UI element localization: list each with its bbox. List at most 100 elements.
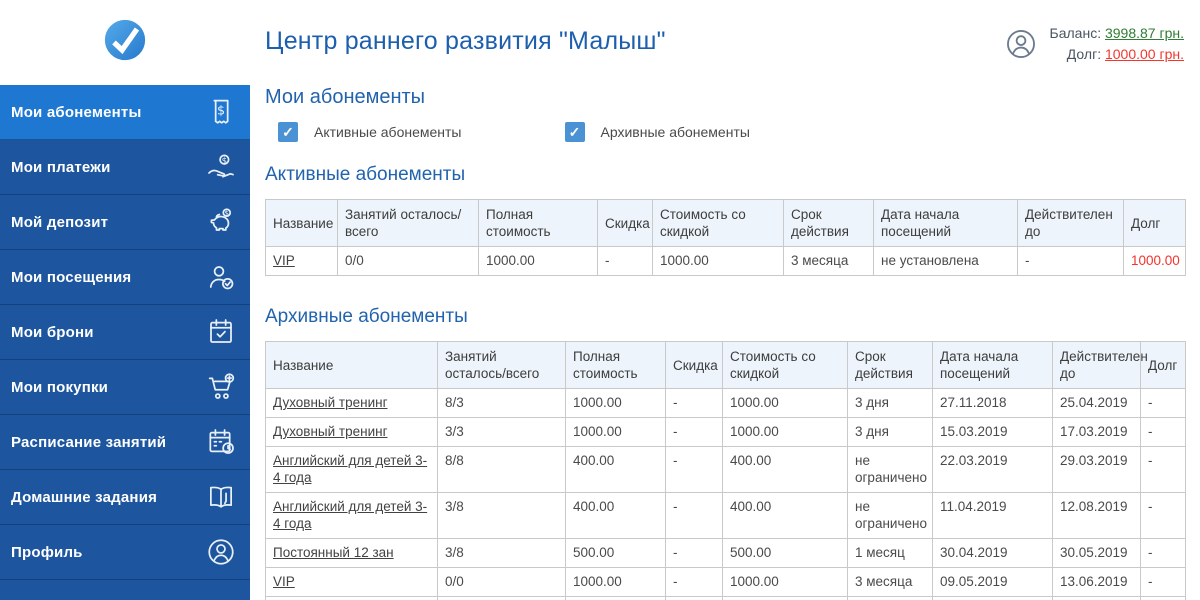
section-heading-my-subscriptions: Мои абонементы bbox=[265, 86, 426, 108]
cell-discount: - bbox=[665, 492, 723, 539]
column-header-duration: Срок действия bbox=[847, 341, 933, 389]
cell-full-price: 500.00 bbox=[565, 596, 666, 600]
checkbox-label: Активные абонементы bbox=[314, 124, 462, 140]
account-info: Баланс: 3998.87 грн. Долг: 1000.00 грн. bbox=[1004, 23, 1184, 65]
sidebar-item-deposit[interactable]: Мой депозит $ bbox=[0, 195, 250, 250]
active-subscriptions-table: Название Занятий осталось/всего Полная сто… bbox=[265, 199, 1186, 276]
cell-valid-until: 13.06.2019 bbox=[1052, 567, 1141, 597]
cell-visits-start-date: 09.05.2019 bbox=[932, 567, 1053, 597]
sidebar-item-label: Домашние задания bbox=[11, 488, 158, 506]
subscription-name-link[interactable]: Духовный тренинг bbox=[273, 395, 388, 410]
cell-debt: - bbox=[1140, 417, 1186, 447]
column-header-lessons-left-total: Занятий осталось/всего bbox=[437, 341, 566, 389]
subscription-name-link[interactable]: VIP bbox=[273, 253, 295, 268]
cell-full-price: 1000.00 bbox=[565, 417, 666, 447]
cell-valid-until: 17.03.2019 bbox=[1052, 417, 1141, 447]
cell-visits-start-date: 22.03.2019 bbox=[932, 446, 1053, 493]
cell-debt: 1000.00 bbox=[1123, 246, 1186, 276]
column-header-visits-start-date: Дата начала посещений bbox=[932, 341, 1053, 389]
subscription-name-link[interactable]: Духовный тренинг bbox=[273, 424, 388, 439]
cell-discounted-price: 500.00 bbox=[722, 596, 848, 600]
column-header-discount: Скидка bbox=[665, 341, 723, 389]
active-subscriptions-heading: Активные абонементы bbox=[265, 164, 466, 185]
cell-visits-start-date: 30.04.2019 bbox=[932, 538, 1053, 568]
cell-valid-until: 12.08.2019 bbox=[1052, 492, 1141, 539]
sidebar-item-profile[interactable]: Профиль bbox=[0, 525, 250, 580]
checkbox-label: Архивные абонементы bbox=[600, 124, 750, 140]
sidebar-item-visits[interactable]: Мои посещения bbox=[0, 250, 250, 305]
receipt-dollar-icon: $ bbox=[204, 95, 238, 129]
subscription-name-link[interactable]: VIP bbox=[273, 574, 295, 589]
table-row: VIP 0/0 1000.00-1000.00 3 месяца не установл… bbox=[265, 246, 1186, 276]
column-header-debt: Долг bbox=[1123, 199, 1186, 247]
cell-name: VIP bbox=[265, 246, 338, 276]
column-header-duration: Срок действия bbox=[783, 199, 874, 247]
column-header-valid-until: Действителен до bbox=[1017, 199, 1124, 247]
cell-name: Духовный тренинг bbox=[265, 388, 438, 418]
cell-discount: - bbox=[665, 538, 723, 568]
cell-full-price: 400.00 bbox=[565, 446, 666, 493]
cell-duration: не ограничено bbox=[847, 492, 933, 539]
debt-value-link[interactable]: 1000.00 грн. bbox=[1105, 46, 1184, 62]
sidebar-item-subscriptions[interactable]: Мои абонементы $ bbox=[0, 85, 250, 140]
sidebar-item-label: Расписание занятий bbox=[11, 433, 167, 451]
hand-coin-icon: $ bbox=[204, 150, 238, 184]
header: Центр раннего развития "Малыш" Баланс: 3… bbox=[0, 0, 1200, 85]
cell-discount: - bbox=[665, 567, 723, 597]
cell-lessons-left-total: 8/8 bbox=[437, 446, 566, 493]
sidebar-item-payments[interactable]: Мои платежи $ bbox=[0, 140, 250, 195]
cell-discounted-price: 1000.00 bbox=[652, 246, 784, 276]
cell-discount: - bbox=[665, 596, 723, 600]
sidebar-item-homework[interactable]: Домашние задания bbox=[0, 470, 250, 525]
table-header-row: Название Занятий осталось/всего Полная сто… bbox=[265, 199, 1186, 247]
cell-visits-start-date: не установлена bbox=[873, 246, 1018, 276]
cell-valid-until: 25.04.2019 bbox=[1052, 388, 1141, 418]
cell-name: VIP bbox=[265, 567, 438, 597]
column-header-valid-until: Действителен до bbox=[1052, 341, 1148, 389]
app-window: Центр раннего развития "Малыш" Баланс: 3… bbox=[0, 0, 1200, 600]
cell-discounted-price: 1000.00 bbox=[722, 567, 848, 597]
cell-debt: - bbox=[1140, 538, 1186, 568]
cell-discount: - bbox=[665, 388, 723, 418]
cell-valid-until: - bbox=[1017, 246, 1124, 276]
cell-full-price: 1000.00 bbox=[565, 388, 666, 418]
sidebar-item-schedule[interactable]: Расписание занятий bbox=[0, 415, 250, 470]
page-title: Центр раннего развития "Малыш" bbox=[265, 27, 666, 55]
column-header-full-price: Полная стоимость bbox=[565, 341, 666, 389]
cell-full-price: 1000.00 bbox=[565, 567, 666, 597]
cell-discounted-price: 1000.00 bbox=[722, 417, 848, 447]
cell-lessons-left-total: 0/0 bbox=[337, 246, 479, 276]
cell-lessons-left-total: 0/0 bbox=[437, 567, 566, 597]
cell-discounted-price: 500.00 bbox=[722, 538, 848, 568]
sidebar-item-bookings[interactable]: Мои брони bbox=[0, 305, 250, 360]
table-row: Постоянный 12 зан 3/8 500.00-500.00 1 месяц… bbox=[265, 538, 1186, 568]
sidebar-item-label: Мои посещения bbox=[11, 268, 132, 286]
subscription-name-link[interactable]: Английский для детей 3-4 года bbox=[273, 453, 427, 485]
filter-active-subscriptions: Активные абонементы bbox=[278, 122, 462, 142]
subscription-name-link[interactable]: Английский для детей 3-4 года bbox=[273, 499, 427, 531]
table-row: Английский для детей 3-4 года 8/8 400.00-4… bbox=[265, 446, 1186, 493]
filters-row: Активные абонементы Архивные абонементы bbox=[278, 121, 1185, 143]
cell-discounted-price: 1000.00 bbox=[722, 388, 848, 418]
archive-subscriptions-checkbox[interactable] bbox=[564, 122, 585, 142]
svg-text:$: $ bbox=[222, 156, 228, 166]
table-header-row: Название Занятий осталось/всего Полная сто… bbox=[265, 341, 1186, 389]
balance-value-link[interactable]: 3998.87 грн. bbox=[1105, 25, 1184, 41]
table-row: VIP 0/0 1000.00-1000.00 3 месяца 09.05.2019 1… bbox=[265, 567, 1186, 597]
cell-duration: 1 месяц bbox=[847, 538, 933, 568]
archive-subscriptions-table: Название Занятий осталось/всего Полная сто… bbox=[265, 341, 1186, 600]
cell-full-price: 1000.00 bbox=[478, 246, 598, 276]
active-subscriptions-checkbox[interactable] bbox=[278, 122, 298, 142]
sidebar-item-purchases[interactable]: Мои покупки bbox=[0, 360, 250, 415]
cell-debt: - bbox=[1140, 388, 1186, 418]
cell-discount: - bbox=[665, 417, 723, 447]
cell-valid-until: 08.06.2019 bbox=[1052, 596, 1141, 600]
cell-full-price: 500.00 bbox=[565, 538, 666, 568]
cell-duration: 3 месяца bbox=[847, 567, 933, 597]
column-header-name: Название bbox=[265, 199, 338, 247]
table-row: Постоянный 12 зан8/8500.00-500.001 месяц… bbox=[265, 596, 1186, 600]
subscription-name-link[interactable]: Постоянный 12 зан bbox=[273, 545, 394, 560]
svg-text:$: $ bbox=[217, 102, 225, 117]
column-header-discounted-price: Стоимость со скидкой bbox=[652, 199, 784, 247]
sidebar-item-label: Мои брони bbox=[11, 323, 94, 341]
